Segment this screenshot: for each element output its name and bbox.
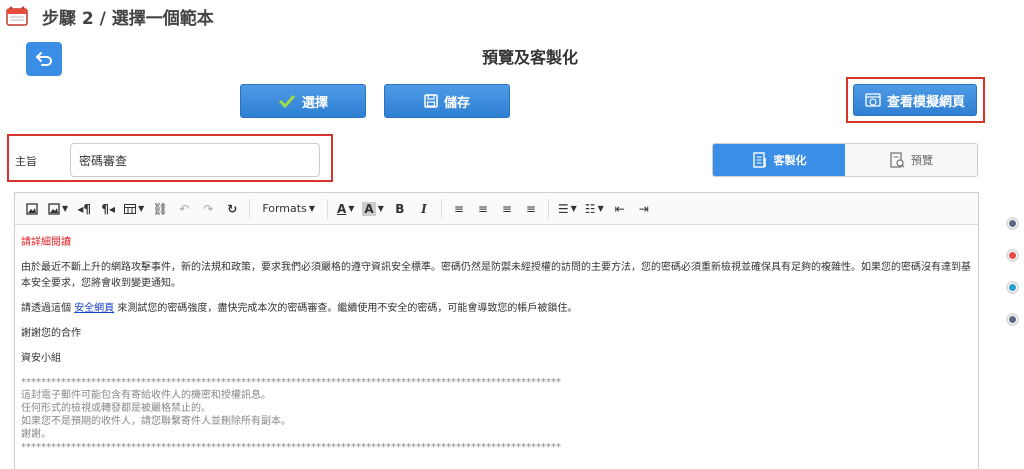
email-body[interactable]: 請詳細閱讀 由於最近不斷上升的網路攻擊事件，新的法規和政策，要求我們必須嚴格的遵… xyxy=(15,225,978,464)
page-title: 預覽及客製化 xyxy=(481,48,578,67)
paragraph-rtl-icon[interactable]: ¶◂ xyxy=(97,197,119,221)
indent-icon[interactable]: ⇥ xyxy=(633,197,655,221)
align-left-icon[interactable]: ≡ xyxy=(448,197,470,221)
refresh-icon[interactable]: ↻ xyxy=(221,197,243,221)
document-edit-icon xyxy=(752,152,766,168)
toolbar-divider xyxy=(547,198,549,219)
theme-dot-blue[interactable] xyxy=(1006,281,1019,294)
footer-separator-2: ****************************************… xyxy=(21,442,561,453)
theme-dot-dark[interactable] xyxy=(1006,217,1019,230)
theme-dot-red[interactable] xyxy=(1006,249,1019,262)
paragraph-ltr-icon[interactable]: ◂¶ xyxy=(73,197,95,221)
tab-preview[interactable]: 預覽 xyxy=(845,144,977,176)
email-editor[interactable]: ▼ ◂¶ ¶◂ ▼ ⛓ ↶ ↷ ↻ Formats ▼ A ▼ A ▼ B I ≡ ≡… xyxy=(14,192,979,469)
header: 步驟 2 / 選擇一個範本 xyxy=(0,0,1024,32)
bullet-list-icon[interactable]: ☰ ▼ xyxy=(555,197,580,221)
document-preview-icon xyxy=(890,152,905,168)
mode-toggle: 客製化 預覽 xyxy=(712,143,978,177)
align-right-icon[interactable]: ≡ xyxy=(496,197,518,221)
view-landing-page-button[interactable]: 查看模擬網頁 xyxy=(853,84,977,116)
image-options-icon[interactable]: ▼ xyxy=(45,197,71,221)
align-center-icon[interactable]: ≡ xyxy=(472,197,494,221)
browser-globe-icon xyxy=(865,93,881,107)
toolbar-divider xyxy=(249,198,251,219)
footer-line-2: 任何形式的檢視或轉發都是被嚴格禁止的。 xyxy=(21,403,211,414)
save-button[interactable]: 儲存 xyxy=(384,84,510,118)
secure-page-link[interactable]: 安全網頁 xyxy=(74,303,114,314)
toolbar-divider xyxy=(440,198,442,219)
subject-label: 主旨 xyxy=(15,155,37,168)
formats-dropdown[interactable]: Formats ▼ xyxy=(256,197,321,221)
outdent-icon[interactable]: ⇤ xyxy=(609,197,631,221)
email-thanks: 謝謝您的合作 xyxy=(21,328,81,339)
footer-line-4: 謝謝。 xyxy=(21,429,51,440)
toolbar-divider xyxy=(326,198,328,219)
email-signature: 資安小組 xyxy=(21,353,61,364)
footer-line-1: 這封電子郵件可能包含有寄給收件人的機密和授權訊息。 xyxy=(21,390,271,401)
link-icon[interactable]: ⛓ xyxy=(149,197,171,221)
subject-input[interactable]: 密碼審查 xyxy=(70,143,320,177)
insert-image-icon[interactable] xyxy=(21,197,43,221)
tab-preview-label: 預覽 xyxy=(911,154,933,167)
align-justify-icon[interactable]: ≡ xyxy=(520,197,542,221)
italic-icon[interactable]: I xyxy=(413,197,435,221)
editor-toolbar: ▼ ◂¶ ¶◂ ▼ ⛓ ↶ ↷ ↻ Formats ▼ A ▼ A ▼ B I ≡ ≡… xyxy=(15,193,978,225)
email-paragraph-1: 由於最近不斷上升的網路攻擊事件，新的法規和政策，要求我們必須嚴格的遵守資訊安全標… xyxy=(21,262,971,289)
email-heading: 請詳細閱讀 xyxy=(21,237,71,248)
undo-icon[interactable]: ↶ xyxy=(173,197,195,221)
footer-separator: ****************************************… xyxy=(21,377,561,388)
formats-label: Formats xyxy=(262,202,307,215)
floppy-disk-icon xyxy=(424,94,438,108)
paragraph-2-text-after: 來測試您的密碼強度，盡快完成本次的密碼審查。繼續使用不安全的密碼，可能會導致您的… xyxy=(114,303,578,314)
save-button-label: 儲存 xyxy=(443,95,470,111)
back-button[interactable] xyxy=(26,42,62,76)
bold-icon[interactable]: B xyxy=(389,197,411,221)
back-arrow-icon xyxy=(36,52,52,66)
background-color-icon[interactable]: A ▼ xyxy=(359,197,386,221)
view-landing-page-label: 查看模擬網頁 xyxy=(886,94,965,110)
text-color-icon[interactable]: A ▼ xyxy=(334,197,357,221)
numbered-list-icon[interactable]: ☷ ▼ xyxy=(582,197,607,221)
table-icon[interactable]: ▼ xyxy=(121,197,147,221)
check-icon xyxy=(278,94,296,108)
theme-dot-slate[interactable] xyxy=(1006,313,1019,326)
tab-customize[interactable]: 客製化 xyxy=(713,144,845,176)
template-window-icon xyxy=(6,6,28,26)
select-button[interactable]: 選擇 xyxy=(240,84,366,118)
footer-line-3: 如果您不是預期的收件人，請您聯繫寄件人並刪除所有副本。 xyxy=(21,416,291,427)
email-footer: ****************************************… xyxy=(21,376,972,454)
email-paragraph-2: 請透過這個 安全網頁 來測試您的密碼強度，盡快完成本次的密碼審查。繼續使用不安全… xyxy=(21,301,972,317)
redo-icon[interactable]: ↷ xyxy=(197,197,219,221)
tab-customize-label: 客製化 xyxy=(773,154,807,167)
paragraph-2-text-before: 請透過這個 xyxy=(21,303,75,314)
select-button-label: 選擇 xyxy=(301,95,328,111)
step-title: 步驟 2 / 選擇一個範本 xyxy=(42,9,214,29)
